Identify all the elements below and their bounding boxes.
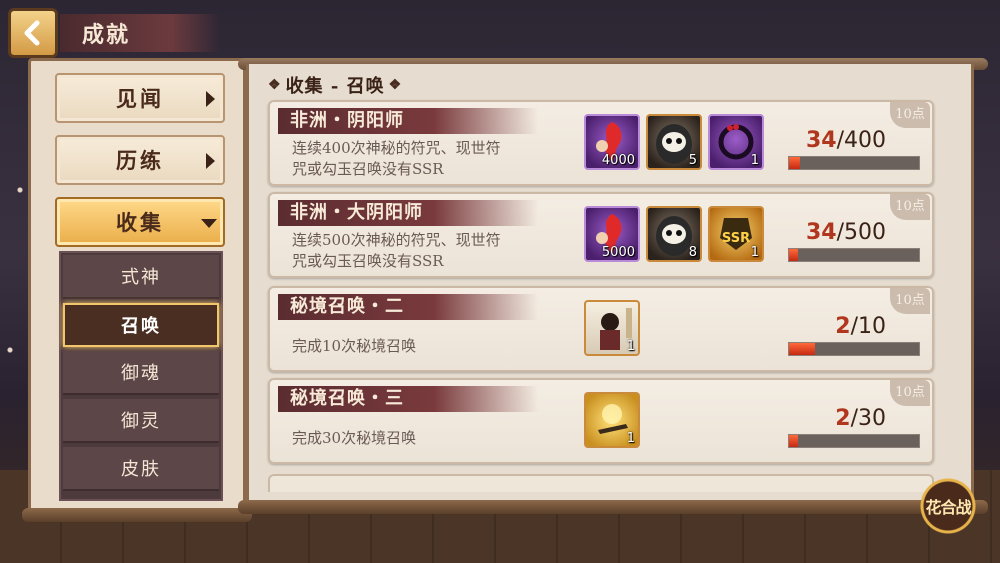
progress-current: 34 (805, 128, 837, 153)
progress-bar (788, 156, 920, 170)
category-lilian-button[interactable]: 历练 (55, 135, 225, 185)
achievement-card[interactable]: 非洲・大阴阳师 连续500次神秘的符咒、现世符 咒或勾玉召唤没有SSR 10点 … (268, 192, 934, 278)
subcategory-yuling[interactable]: 御灵 (63, 399, 219, 443)
subcategory-label: 御魂 (121, 363, 161, 384)
progress-total: /30 (850, 406, 886, 431)
reward-item[interactable]: 5 (646, 114, 702, 170)
desc-line: 连续500次神秘的符咒、现世符 (292, 231, 501, 249)
points-badge: 10点 (890, 102, 930, 128)
category-label: 收集 (116, 210, 164, 235)
hanahe-button[interactable]: 花合战 (910, 476, 986, 536)
reward-item[interactable]: 1 (584, 300, 640, 356)
achievement-desc: 完成10次秘境召唤 (292, 336, 582, 357)
progress-text: 34/500 (806, 220, 886, 245)
hanahe-label: 花合战 (925, 498, 971, 517)
progress-total: /400 (836, 128, 886, 153)
reward-count: 1 (626, 339, 635, 354)
back-arrow-icon (24, 20, 40, 46)
desc-line: 完成30次秘境召唤 (292, 429, 417, 447)
progress-current: 2 (835, 406, 851, 431)
progress-fill (789, 435, 798, 447)
achievement-name: 秘境召唤・三 (278, 386, 538, 412)
subcategory-pifu[interactable]: 皮肤 (63, 447, 219, 491)
back-button[interactable] (8, 8, 58, 58)
points-badge: 10点 (890, 380, 930, 406)
chevron-down-icon (201, 219, 217, 228)
achievement-card-partial (268, 474, 934, 492)
subcategory-label: 召唤 (121, 316, 161, 337)
achievement-card[interactable]: 秘境召唤・二 完成10次秘境召唤 10点 1 2/10 (268, 286, 934, 372)
progress-total: /500 (836, 220, 886, 245)
category-shouji-button[interactable]: 收集 (55, 197, 225, 247)
reward-item[interactable]: SSR 1 (708, 206, 764, 262)
desc-line: 完成10次秘境召唤 (292, 337, 417, 355)
section-title: ❖ 收集 - 召唤 ❖ (268, 72, 402, 98)
desc-line: 连续400次神秘的符咒、现世符 (292, 139, 501, 157)
page-title: 成就 (60, 14, 220, 52)
reward-item[interactable]: 1 (584, 392, 640, 448)
reward-count: 5 (688, 153, 697, 168)
achievement-name: 秘境召唤・二 (278, 294, 538, 320)
progress-current: 2 (835, 314, 851, 339)
desc-line: 咒或勾玉召唤没有SSR (292, 252, 444, 270)
diamond-icon: ❖ (388, 77, 403, 93)
progress-total: /10 (850, 314, 886, 339)
progress-text: 34/400 (806, 128, 886, 153)
category-jianwen-button[interactable]: 见闻 (55, 73, 225, 123)
reward-item[interactable]: 8 (646, 206, 702, 262)
subcategory-label: 皮肤 (121, 459, 161, 480)
desc-line: 咒或勾玉召唤没有SSR (292, 160, 444, 178)
subcategory-list: 式神 召唤 御魂 御灵 皮肤 (59, 251, 223, 501)
progress-bar (788, 434, 920, 448)
section-title-text: 收集 - 召唤 (285, 76, 385, 97)
svg-text:SSR: SSR (722, 231, 750, 246)
progress-fill (789, 157, 801, 169)
scroll-rod-bottom (238, 500, 988, 514)
achievement-card[interactable]: 非洲・阴阳师 连续400次神秘的符咒、现世符 咒或勾玉召唤没有SSR 10点 4… (268, 100, 934, 186)
points-badge: 10点 (890, 194, 930, 220)
reward-count: 1 (750, 245, 759, 260)
progress-fill (789, 249, 798, 261)
subcategory-label: 御灵 (121, 411, 161, 432)
achievement-desc: 完成30次秘境召唤 (292, 428, 582, 449)
achievement-desc: 连续500次神秘的符咒、现世符 咒或勾玉召唤没有SSR (292, 230, 582, 272)
achievement-desc: 连续400次神秘的符咒、现世符 咒或勾玉召唤没有SSR (292, 138, 582, 180)
subcategory-label: 式神 (121, 267, 161, 288)
chevron-right-icon (206, 91, 215, 107)
progress-current: 34 (805, 220, 837, 245)
reward-count: 5000 (601, 245, 635, 260)
category-panel: 见闻 历练 收集 式神 召唤 御魂 御灵 皮肤 (28, 58, 246, 513)
progress-text: 2/30 (835, 406, 886, 431)
chevron-right-icon (206, 153, 215, 169)
reward-item[interactable]: 4000 (584, 114, 640, 170)
points-badge: 10点 (890, 288, 930, 314)
progress-bar (788, 248, 920, 262)
subcategory-yuhun[interactable]: 御魂 (63, 351, 219, 395)
reward-count: 1 (750, 153, 759, 168)
progress-bar (788, 342, 920, 356)
achievement-card[interactable]: 秘境召唤・三 完成30次秘境召唤 10点 1 2/30 (268, 378, 934, 464)
achievement-name: 非洲・大阴阳师 (278, 200, 538, 226)
category-label: 历练 (116, 148, 164, 173)
diamond-icon: ❖ (268, 77, 282, 93)
subcategory-zhaohuan[interactable]: 召唤 (63, 303, 219, 347)
reward-item[interactable]: 5000 (584, 206, 640, 262)
reward-item[interactable]: 1 (708, 114, 764, 170)
reward-count: 1 (626, 431, 635, 446)
reward-count: 8 (688, 245, 697, 260)
category-label: 见闻 (116, 86, 164, 111)
progress-fill (789, 343, 815, 355)
achievement-name: 非洲・阴阳师 (278, 108, 538, 134)
reward-count: 4000 (601, 153, 635, 168)
progress-text: 2/10 (835, 314, 886, 339)
scroll-rod (22, 508, 252, 522)
subcategory-shishen[interactable]: 式神 (63, 255, 219, 299)
